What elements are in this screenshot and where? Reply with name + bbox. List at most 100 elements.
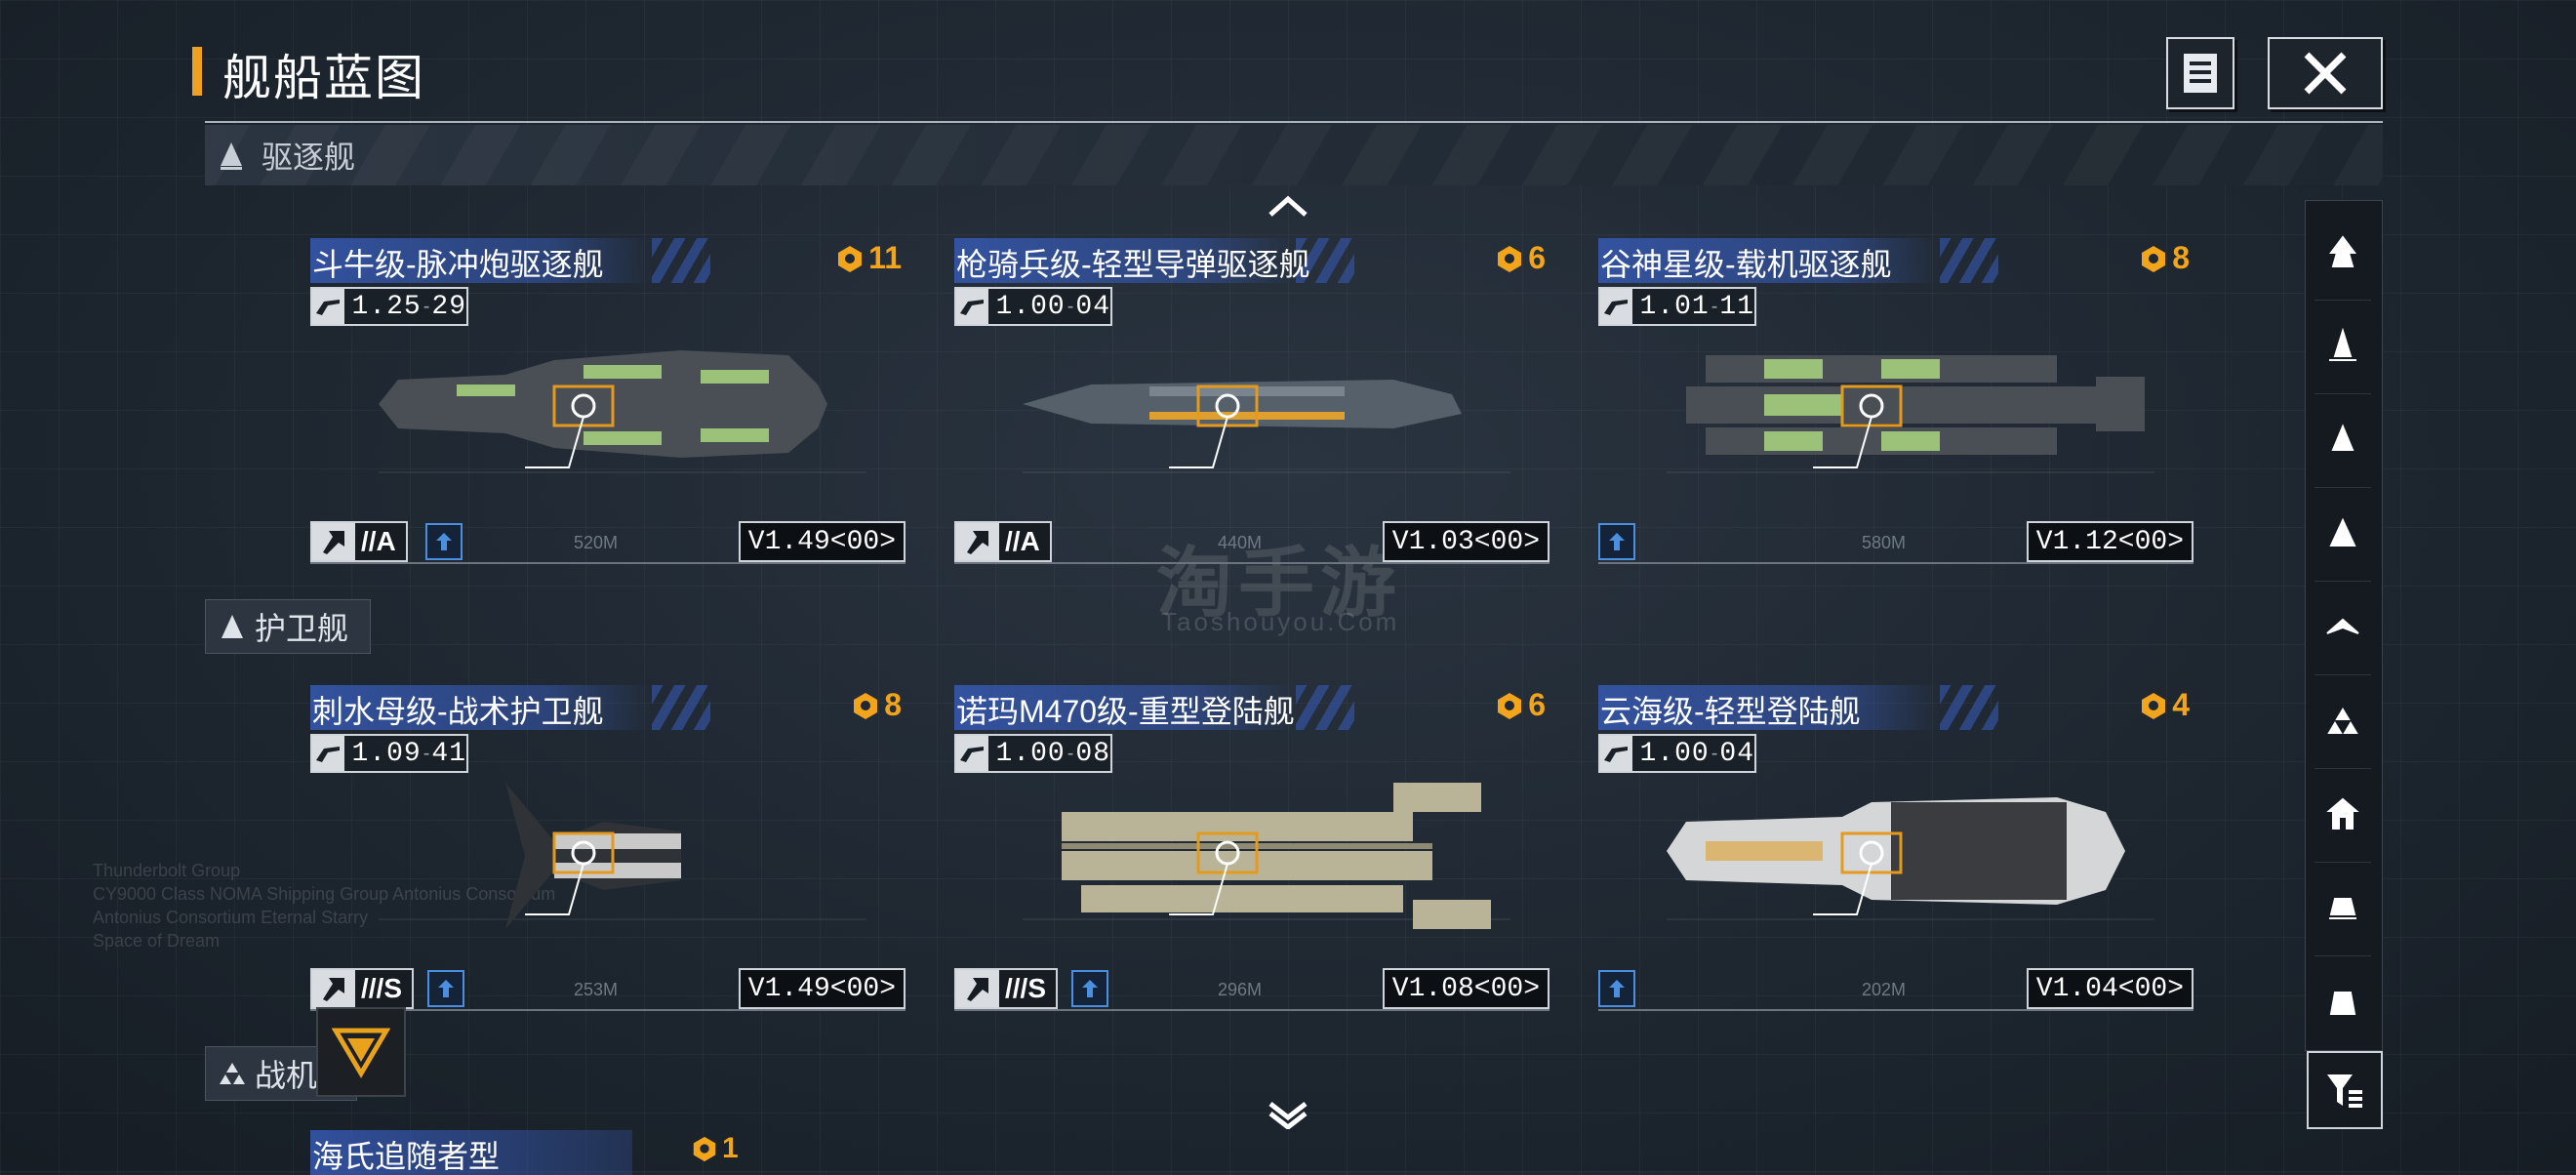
ship-illustration	[379, 783, 866, 929]
filter-button[interactable]	[2307, 1051, 2383, 1129]
section-label: 战机	[255, 1058, 318, 1093]
ship-illustration	[1667, 355, 2154, 473]
frigate-icon	[221, 142, 242, 170]
version-tag: V1.12<00>	[2026, 521, 2194, 562]
filter-icon	[2327, 1074, 2362, 1108]
watermark-sub: Taoshouyou.Com	[1161, 607, 1400, 636]
ship-name: 诺玛M470级-重型登陆舰	[956, 694, 1295, 729]
rail-divider	[2314, 955, 2371, 956]
ship-length: 520M	[574, 533, 619, 552]
role-badge	[427, 970, 464, 1007]
ship-stat: 1.00 - 04	[954, 287, 1112, 326]
rail-divider	[2314, 581, 2371, 582]
rail-item-auxiliary[interactable]	[2305, 957, 2381, 1047]
card-baseline	[310, 562, 906, 564]
role-badge	[425, 523, 463, 560]
role-icon	[1082, 980, 1098, 997]
scroll-up-button[interactable]	[1265, 189, 1311, 221]
ship-card[interactable]: 诺玛M470级-重型登陆舰 6 1.00 - 08 ///S 296M V1.0…	[954, 685, 1550, 1017]
ship-illustration	[1667, 797, 2154, 920]
ship-length: 580M	[1862, 533, 1907, 552]
cost-value: 4	[2172, 687, 2190, 722]
weapon-icon	[1600, 736, 1632, 771]
rail-item-fighter[interactable]	[2305, 676, 2381, 766]
close-button[interactable]	[2268, 37, 2383, 109]
category-bar[interactable]: 驱逐舰	[205, 125, 2383, 185]
cost-icon	[2142, 245, 2166, 272]
stat-sub-value: 11	[1719, 291, 1754, 322]
ship-card[interactable]: 谷神星级-载机驱逐舰 8 1.01 - 11 580M V1.12<00>	[1598, 238, 2194, 570]
tier-badge: ///S	[310, 968, 415, 1009]
partial-ship-card[interactable]: 海氏追随者型	[310, 1130, 632, 1175]
rail-item-destroyer[interactable]	[2305, 302, 2381, 391]
cost-icon	[1498, 692, 1522, 719]
auxiliary-icon	[2329, 992, 2356, 1015]
ship-cost: 8	[851, 687, 902, 723]
flagship-icon	[2329, 235, 2356, 267]
title-accent-bar	[192, 47, 202, 96]
ship-length: 253M	[574, 980, 619, 999]
section-label: 护卫舰	[255, 611, 349, 646]
ship-length: 202M	[1862, 980, 1907, 999]
card-baseline	[954, 562, 1550, 564]
ship-stat: 1.00 - 08	[954, 734, 1112, 773]
ship-length: 440M	[1218, 533, 1263, 552]
stat-sub-value: 29	[431, 291, 466, 322]
triangle-emblem-icon	[332, 1028, 390, 1078]
weapon-icon	[956, 736, 988, 771]
ship-card[interactable]: 刺水母级-战术护卫舰 8 1.09 - 41 ///S 253M V1.49<0…	[310, 685, 906, 1017]
corvette-icon	[2326, 797, 2359, 830]
rail-item-corvette[interactable]	[2305, 770, 2381, 860]
version-tag: V1.03<00>	[1382, 521, 1550, 562]
role-badge	[1598, 970, 1635, 1007]
rail-divider	[2314, 300, 2371, 301]
chevron-down-icon	[1268, 1102, 1308, 1129]
tier-value: ///S	[1005, 973, 1047, 1003]
weapon-icon	[956, 289, 988, 324]
ship-card[interactable]: 枪骑兵级-轻型导弹驱逐舰 6 1.00 - 04 //A 440M V1.03<…	[954, 238, 1550, 570]
scroll-down-button[interactable]	[1265, 1099, 1311, 1130]
section-tag-frigate[interactable]: 护卫舰	[205, 599, 372, 654]
ship-card[interactable]: 云海级-轻型登陆舰 4 1.00 - 04 202M V1.04<00>	[1598, 685, 2194, 1017]
notes-button[interactable]	[2166, 37, 2234, 109]
ship-cost: 6	[1495, 240, 1546, 276]
partial-ship-cost: 1	[691, 1132, 739, 1165]
role-icon	[1609, 533, 1625, 550]
role-icon	[438, 980, 454, 997]
cost-icon	[1498, 245, 1522, 272]
version-tag: V1.49<00>	[738, 968, 906, 1009]
quick-action-button[interactable]	[316, 1007, 406, 1097]
tier-badge: //A	[954, 521, 1052, 562]
role-icon	[436, 533, 452, 550]
cost-icon	[854, 692, 878, 719]
stat-value: 1.00	[995, 291, 1066, 322]
ship-illustration	[1023, 380, 1510, 473]
rail-divider	[2314, 487, 2371, 488]
rail-item-carrier[interactable]	[2305, 583, 2381, 672]
stat-sub-value: 41	[431, 738, 466, 769]
ship-cost: 6	[1495, 687, 1546, 723]
carrier-icon	[2326, 618, 2359, 634]
close-icon	[2304, 52, 2347, 95]
stat-value: 1.00	[995, 738, 1066, 769]
role-badge	[1598, 523, 1635, 560]
ship-card[interactable]: 斗牛级-脉冲炮驱逐舰 11 1.25 - 29 //A 520M V1.49<0…	[310, 238, 906, 570]
battleship-icon	[2329, 898, 2356, 919]
fighter-icon	[220, 1063, 245, 1084]
rail-item-battleship[interactable]	[2305, 864, 2381, 953]
tier-value: //A	[361, 526, 396, 556]
rail-item-cruiser[interactable]	[2305, 489, 2381, 579]
header-divider	[205, 121, 2383, 123]
cost-icon	[838, 245, 863, 272]
rank-icon	[312, 970, 355, 1007]
rail-item-frigate[interactable]	[2305, 395, 2381, 485]
rank-icon	[956, 970, 999, 1007]
card-baseline	[1598, 1009, 2194, 1011]
partial-ship-name: 海氏追随者型	[312, 1139, 501, 1174]
fighter-icon	[2327, 708, 2358, 734]
tier-value: //A	[1005, 526, 1040, 556]
rail-item-flagship[interactable]	[2305, 208, 2381, 298]
cost-value: 8	[2172, 240, 2190, 275]
cost-value: 11	[868, 240, 902, 275]
stat-sub-value: 04	[1719, 738, 1754, 769]
